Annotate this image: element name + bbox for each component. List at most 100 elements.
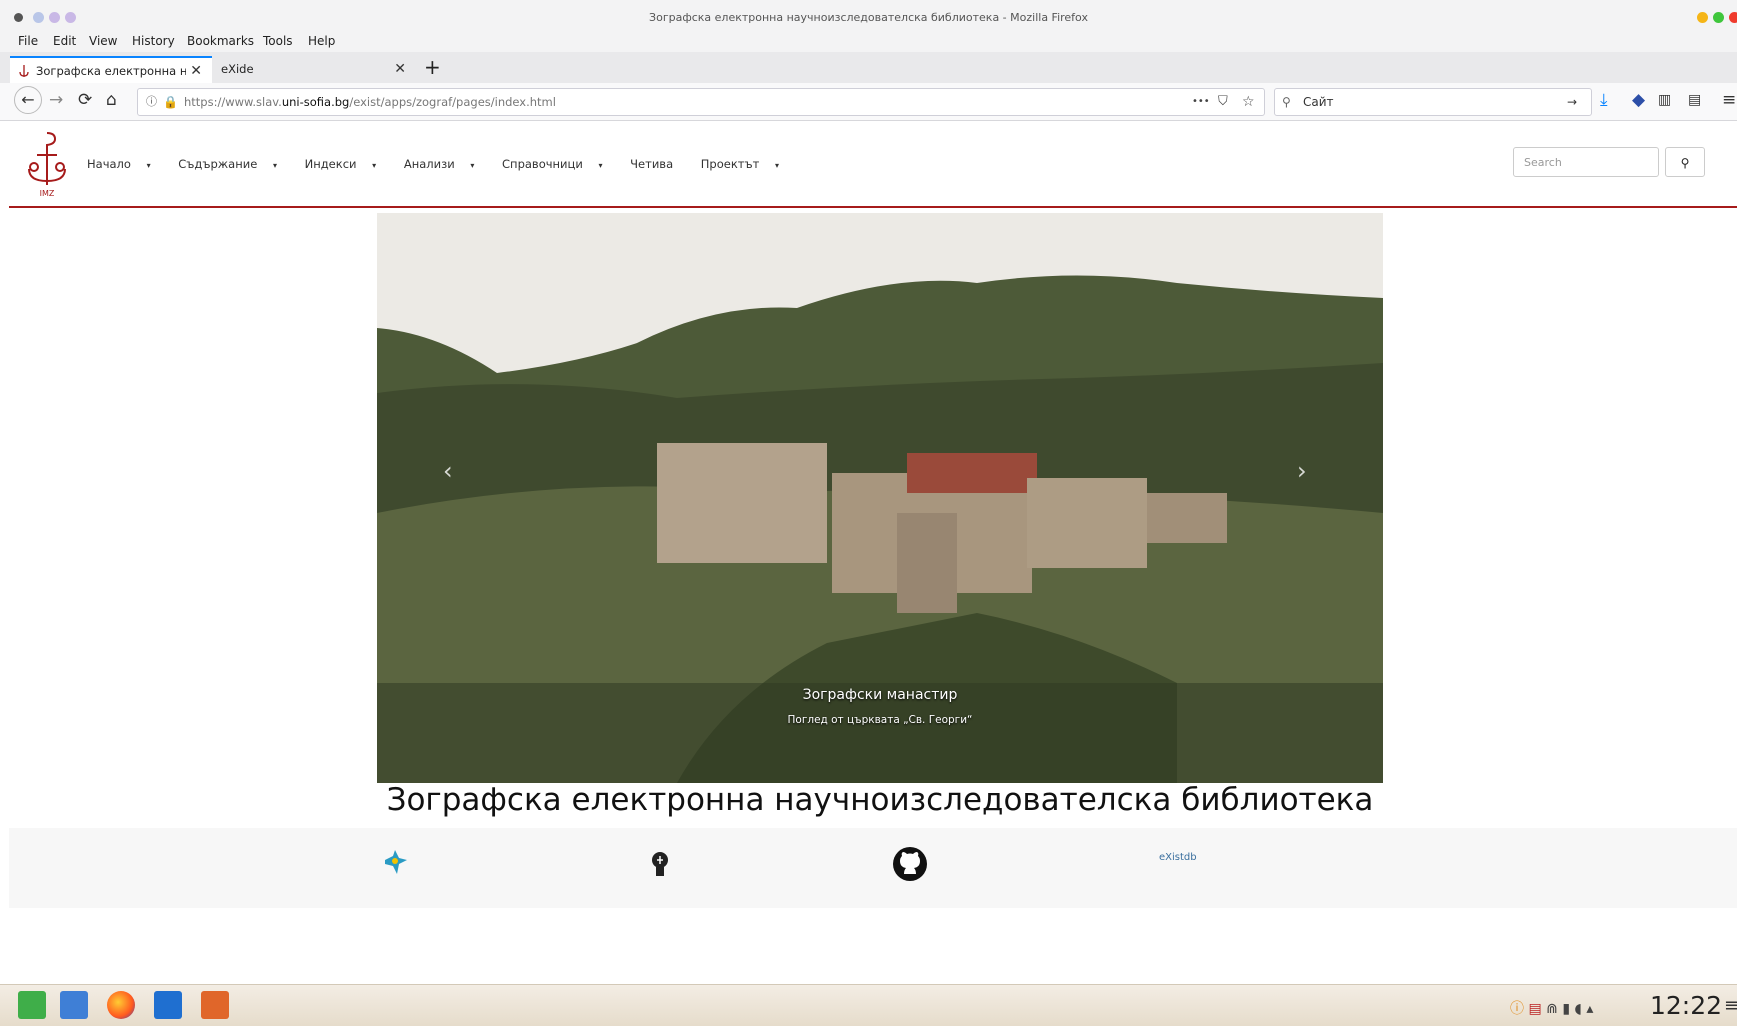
url-path: /exist/apps/zograf/pages/index.html <box>349 95 556 109</box>
hero-carousel: ‹ › Зографски манастир Поглед от църкват… <box>377 213 1383 783</box>
library-icon[interactable]: ▥ <box>1658 92 1671 108</box>
lightbulb-icon[interactable] <box>649 850 671 880</box>
extension-icon[interactable]: ◆ <box>1632 90 1645 110</box>
tray-expand-icon[interactable]: ▴ <box>1586 1001 1593 1017</box>
nav-project[interactable]: Проектът ▾ <box>701 157 791 171</box>
hamburger-menu-icon[interactable]: ≡ <box>1722 90 1736 110</box>
writer-icon[interactable] <box>154 991 182 1019</box>
caret-down-icon: ▾ <box>470 161 475 170</box>
carousel-caption-text: Поглед от църквата „Св. Георги“ <box>787 714 973 726</box>
home-button[interactable]: ⌂ <box>106 90 117 110</box>
clock[interactable]: 12:22 <box>1650 991 1722 1020</box>
site-logo[interactable]: IMZ <box>25 129 69 201</box>
logo-text: IMZ <box>39 189 55 198</box>
close-tab-icon[interactable]: ✕ <box>394 56 406 83</box>
sidebar-icon[interactable]: ▤ <box>1688 92 1701 108</box>
new-tab-button[interactable]: + <box>424 55 441 79</box>
menu-bar: File Edit View History Bookmarks Tools H… <box>0 30 1737 52</box>
firefox-icon[interactable] <box>107 991 135 1019</box>
github-icon[interactable] <box>892 846 928 882</box>
carousel-next-icon[interactable]: › <box>1297 457 1307 485</box>
nav-indexes[interactable]: Индекси ▾ <box>305 157 389 171</box>
search-icon: ⚲ <box>1282 95 1291 109</box>
tab-label: Зографска електронна нау <box>36 64 186 78</box>
menu-launcher-icon[interactable] <box>18 991 46 1019</box>
window-titlebar: Зографска електронна научноизследователс… <box>0 0 1737 30</box>
search-go-icon[interactable]: → <box>1567 89 1577 115</box>
browser-search-placeholder: Сайт <box>1303 95 1334 109</box>
nav-label: Съдържание <box>178 157 258 171</box>
existdb-logo[interactable]: eXistdb <box>1159 852 1197 863</box>
url-domain: uni-sofia.bg <box>281 95 350 109</box>
navigation-toolbar: ← → ⟳ ⌂ ⓘ 🔒 https://www.slav.uni-sofia.b… <box>0 83 1737 121</box>
menu-edit[interactable]: Edit <box>53 34 76 48</box>
close-tab-icon[interactable]: ✕ <box>190 58 202 85</box>
nav-label: Справочници <box>502 157 583 171</box>
nav-label: Четива <box>630 157 674 171</box>
tab-zograf[interactable]: Зографска електронна нау ✕ <box>10 56 212 84</box>
menu-help[interactable]: Help <box>308 34 335 48</box>
url-text: https://www.slav.uni-sofia.bg/exist/apps… <box>184 89 556 115</box>
site-footer: eXistdb <box>9 828 1737 908</box>
tab-strip: Зографска електронна нау ✕ eXide ✕ + <box>0 52 1737 84</box>
menu-tools[interactable]: Tools <box>263 34 293 48</box>
caret-down-icon: ▾ <box>774 161 779 170</box>
bird-logo-icon[interactable] <box>381 848 409 876</box>
nav-label: Проектът <box>700 157 760 171</box>
caret-down-icon: ▾ <box>146 161 151 170</box>
keyboard-layout-icon[interactable]: ▤ <box>1528 1001 1541 1017</box>
back-button[interactable]: ← <box>14 86 42 114</box>
nav-label: Начало <box>87 157 131 171</box>
tab-label: eXide <box>221 62 254 76</box>
url-prefix: https://www.slav. <box>184 95 282 109</box>
minimize-button[interactable] <box>1697 12 1708 23</box>
close-window-button[interactable] <box>1729 12 1737 23</box>
maximize-button[interactable] <box>1713 12 1724 23</box>
caret-down-icon: ▾ <box>598 161 603 170</box>
site-header: IMZ Начало ▾ Съдържание ▾ Индекси ▾ Анал… <box>9 121 1737 208</box>
site-favicon-icon <box>19 65 29 77</box>
caret-down-icon: ▾ <box>372 161 377 170</box>
clipboard-icon[interactable]: ▮ <box>1562 1001 1570 1017</box>
lock-icon: 🔒 <box>163 95 178 109</box>
caret-down-icon: ▾ <box>272 161 277 170</box>
tray-menu-icon[interactable]: ≡ <box>1724 995 1737 1016</box>
file-manager-icon[interactable] <box>60 991 88 1019</box>
system-tray: ⓘ ▤ ⋒ ▮ ◖ ▴ <box>1510 998 1593 1018</box>
nav-references[interactable]: Справочници ▾ <box>502 157 614 171</box>
menu-view[interactable]: View <box>89 34 117 48</box>
main-navigation: Начало ▾ Съдържание ▾ Индекси ▾ Анализи … <box>87 157 803 171</box>
anchor-logo-icon <box>28 132 66 185</box>
page-title: Зографска електронна научноизследователс… <box>386 782 1374 818</box>
search-icon: ⚲ <box>1680 156 1690 170</box>
wifi-icon[interactable]: ⋒ <box>1546 1001 1558 1017</box>
site-search-input[interactable]: Search <box>1513 147 1659 177</box>
nav-analyses[interactable]: Анализи ▾ <box>404 157 487 171</box>
system-taskbar: ⓘ ▤ ⋒ ▮ ◖ ▴ 12:22 ≡ <box>0 984 1737 1026</box>
info-icon[interactable]: ⓘ <box>146 89 157 115</box>
nav-readings[interactable]: Четива <box>630 157 685 171</box>
nav-contents[interactable]: Съдържание ▾ <box>178 157 289 171</box>
browser-search-field[interactable]: ⚲ Сайт → <box>1274 88 1592 116</box>
impress-icon[interactable] <box>201 991 229 1019</box>
menu-file[interactable]: File <box>18 34 38 48</box>
forward-button[interactable]: → <box>49 90 63 110</box>
nav-label: Анализи <box>403 157 455 171</box>
reload-button[interactable]: ⟳ <box>78 90 92 110</box>
downloads-icon[interactable]: ⤓ <box>1600 90 1608 110</box>
url-bar[interactable]: ⓘ 🔒 https://www.slav.uni-sofia.bg/exist/… <box>137 88 1265 116</box>
site-search-button[interactable]: ⚲ <box>1665 147 1705 177</box>
carousel-prev-icon[interactable]: ‹ <box>443 457 453 485</box>
page-actions-icon[interactable]: ••• <box>1192 89 1210 115</box>
volume-icon[interactable]: ◖ <box>1575 1001 1582 1017</box>
tab-exide[interactable]: eXide ✕ <box>212 56 416 83</box>
window-title: Зографска електронна научноизследователс… <box>649 11 1088 24</box>
carousel-caption-title: Зографски манастир <box>802 687 958 703</box>
menu-bookmarks[interactable]: Bookmarks <box>187 34 254 48</box>
bookmark-star-icon[interactable]: ☆ <box>1242 89 1255 115</box>
pocket-icon[interactable]: ⛉ <box>1218 89 1228 115</box>
menu-history[interactable]: History <box>132 34 175 48</box>
nav-label: Индекси <box>304 157 357 171</box>
nav-home[interactable]: Начало ▾ <box>87 157 163 171</box>
updates-icon[interactable]: ⓘ <box>1510 1001 1524 1017</box>
